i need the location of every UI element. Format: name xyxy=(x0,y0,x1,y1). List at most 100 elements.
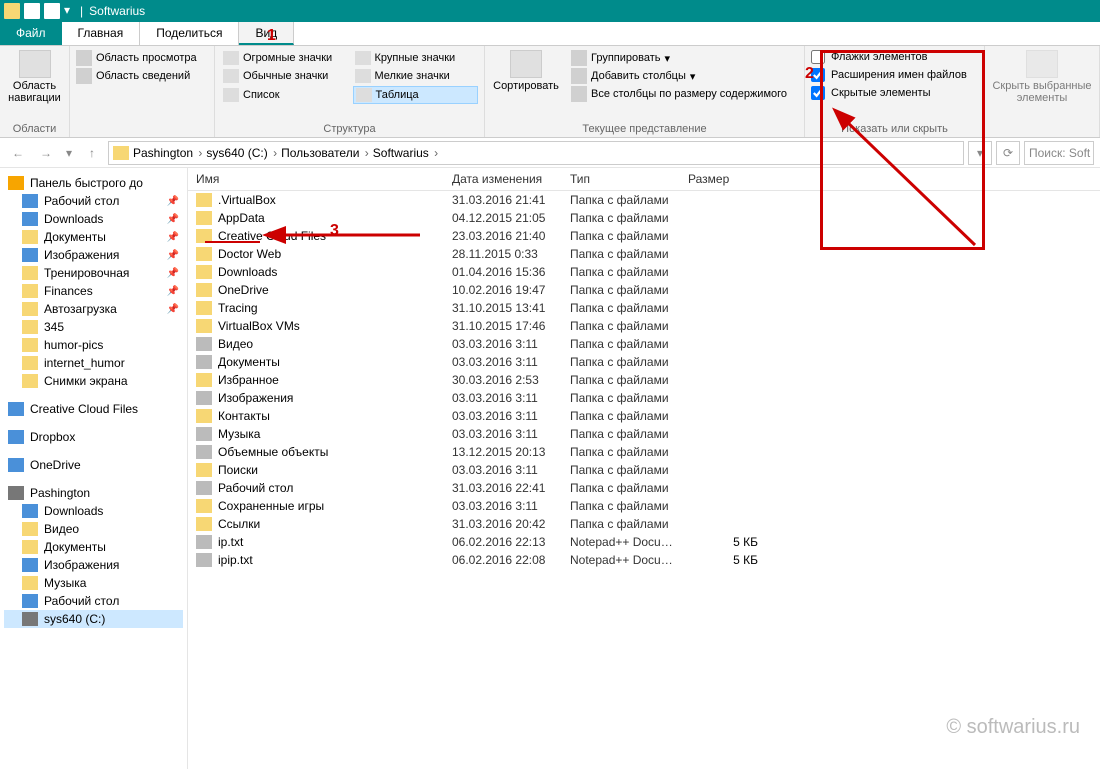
file-row[interactable]: Контакты03.03.2016 3:11Папка с файлами xyxy=(188,407,1100,425)
search-input[interactable]: Поиск: Soft xyxy=(1024,141,1094,165)
preview-pane-button[interactable]: Область просмотра xyxy=(76,50,208,66)
breadcrumb[interactable]: Softwarius xyxy=(373,146,438,160)
breadcrumb[interactable]: Пользователи xyxy=(281,146,369,160)
file-row[interactable]: Сохраненные игры03.03.2016 3:11Папка с ф… xyxy=(188,497,1100,515)
file-row[interactable]: Tracing31.10.2015 13:41Папка с файлами xyxy=(188,299,1100,317)
tab-view[interactable]: Вид xyxy=(239,22,294,45)
file-row[interactable]: Поиски03.03.2016 3:11Папка с файлами xyxy=(188,461,1100,479)
item-checkboxes-toggle[interactable]: Флажки элементов xyxy=(811,50,978,64)
fit-columns-button[interactable]: Все столбцы по размеру содержимого xyxy=(571,86,787,102)
nav-humor[interactable]: humor-pics xyxy=(4,336,183,354)
tab-file[interactable]: Файл xyxy=(0,22,62,45)
layout-large[interactable]: Крупные значки xyxy=(353,50,479,66)
tab-share[interactable]: Поделиться xyxy=(140,22,239,45)
title-bar: ▾ | Softwarius xyxy=(0,0,1100,22)
file-row[interactable]: Объемные объекты13.12.2015 20:13Папка с … xyxy=(188,443,1100,461)
file-row[interactable]: .VirtualBox31.03.2016 21:41Папка с файла… xyxy=(188,191,1100,209)
dropdown-button[interactable]: ▾ xyxy=(968,141,992,165)
breadcrumb[interactable]: sys640 (C:) xyxy=(206,146,277,160)
col-size[interactable]: Размер xyxy=(688,172,768,186)
nav-screenshots[interactable]: Снимки экрана xyxy=(4,372,183,390)
details-pane-button[interactable]: Область сведений xyxy=(76,68,208,84)
file-row[interactable]: Избранное30.03.2016 2:53Папка с файлами xyxy=(188,371,1100,389)
navigation-pane-button[interactable]: Область навигации xyxy=(6,50,63,104)
nav-pc-music[interactable]: Музыка xyxy=(4,574,183,592)
tab-home[interactable]: Главная xyxy=(62,22,141,45)
layout-table[interactable]: Таблица xyxy=(353,86,479,104)
layout-list[interactable]: Список xyxy=(221,86,347,104)
layout-normal[interactable]: Обычные значки xyxy=(221,68,347,84)
nav-pc-video[interactable]: Видео xyxy=(4,520,183,538)
file-extensions-toggle[interactable]: Расширения имен файлов xyxy=(811,68,978,82)
nav-desktop[interactable]: Рабочий стол📌 xyxy=(4,192,183,210)
file-icon xyxy=(196,499,212,513)
file-row[interactable]: AppData04.12.2015 21:05Папка с файлами xyxy=(188,209,1100,227)
nav-quick-access[interactable]: Панель быстрого до xyxy=(4,174,183,192)
hidden-items-toggle[interactable]: Скрытые элементы xyxy=(811,86,978,100)
file-row[interactable]: Ссылки31.03.2016 20:42Папка с файлами xyxy=(188,515,1100,533)
recent-button[interactable]: ▾ xyxy=(62,141,76,165)
col-type[interactable]: Тип xyxy=(570,172,688,186)
col-date[interactable]: Дата изменения xyxy=(452,172,570,186)
addcol-icon xyxy=(571,68,587,84)
qat-icon-2[interactable] xyxy=(44,3,60,19)
nav-downloads[interactable]: Downloads📌 xyxy=(4,210,183,228)
file-row[interactable]: ipip.txt06.02.2016 22:08Notepad++ Docu…5… xyxy=(188,551,1100,569)
forward-button[interactable]: → xyxy=(34,141,58,165)
back-button[interactable]: ← xyxy=(6,141,30,165)
file-list[interactable]: Имя Дата изменения Тип Размер .VirtualBo… xyxy=(188,168,1100,769)
file-name: Объемные объекты xyxy=(218,445,452,459)
group-label-current: Текущее представление xyxy=(491,121,798,135)
file-row[interactable]: Документы03.03.2016 3:11Папка с файлами xyxy=(188,353,1100,371)
nav-autorun[interactable]: Автозагрузка📌 xyxy=(4,300,183,318)
file-row[interactable]: Downloads01.04.2016 15:36Папка с файлами xyxy=(188,263,1100,281)
navigation-tree[interactable]: Панель быстрого до Рабочий стол📌 Downloa… xyxy=(0,168,188,769)
up-button[interactable]: ↑ xyxy=(80,141,104,165)
file-row[interactable]: Рабочий стол31.03.2016 22:41Папка с файл… xyxy=(188,479,1100,497)
nav-pc-docs[interactable]: Документы xyxy=(4,538,183,556)
column-headers[interactable]: Имя Дата изменения Тип Размер xyxy=(188,168,1100,191)
nav-pc-pics[interactable]: Изображения xyxy=(4,556,183,574)
nav-this-pc[interactable]: Pashington xyxy=(4,484,183,502)
nav-pc-downloads[interactable]: Downloads xyxy=(4,502,183,520)
nav-dropbox[interactable]: Dropbox xyxy=(4,428,183,446)
layout-huge[interactable]: Огромные значки xyxy=(221,50,347,66)
nav-pictures[interactable]: Изображения📌 xyxy=(4,246,183,264)
nav-onedrive[interactable]: OneDrive xyxy=(4,456,183,474)
breadcrumb[interactable]: Pashington xyxy=(133,146,202,160)
file-date: 10.02.2016 19:47 xyxy=(452,283,570,297)
nav-345[interactable]: 345 xyxy=(4,318,183,336)
file-row[interactable]: ip.txt06.02.2016 22:13Notepad++ Docu…5 К… xyxy=(188,533,1100,551)
sort-button[interactable]: Сортировать xyxy=(491,50,561,92)
file-icon xyxy=(196,409,212,423)
file-icon xyxy=(196,193,212,207)
nav-documents[interactable]: Документы📌 xyxy=(4,228,183,246)
nav-finances[interactable]: Finances📌 xyxy=(4,282,183,300)
file-name: ipip.txt xyxy=(218,553,452,567)
nav-training[interactable]: Тренировочная📌 xyxy=(4,264,183,282)
nav-ihumor[interactable]: internet_humor xyxy=(4,354,183,372)
hide-selected-button[interactable]: Скрыть выбранные элементы xyxy=(991,50,1093,104)
refresh-button[interactable]: ⟳ xyxy=(996,141,1020,165)
path-box[interactable]: Pashington sys640 (C:) Пользователи Soft… xyxy=(108,141,964,165)
layout-small[interactable]: Мелкие значки xyxy=(353,68,479,84)
file-date: 28.11.2015 0:33 xyxy=(452,247,570,261)
nav-ccf[interactable]: Creative Cloud Files xyxy=(4,400,183,418)
col-name[interactable]: Имя xyxy=(196,172,452,186)
qat-icon-1[interactable] xyxy=(24,3,40,19)
file-row[interactable]: Видео03.03.2016 3:11Папка с файлами xyxy=(188,335,1100,353)
file-row[interactable]: Изображения03.03.2016 3:11Папка с файлам… xyxy=(188,389,1100,407)
file-row[interactable]: Creative Cloud Files23.03.2016 21:40Папк… xyxy=(188,227,1100,245)
nav-pc-sys640[interactable]: sys640 (C:) xyxy=(4,610,183,628)
file-row[interactable]: OneDrive10.02.2016 19:47Папка с файлами xyxy=(188,281,1100,299)
group-by-button[interactable]: Группировать ▾ xyxy=(571,50,787,66)
folder-icon xyxy=(22,338,38,352)
file-type: Папка с файлами xyxy=(570,211,688,225)
file-row[interactable]: Музыка03.03.2016 3:11Папка с файлами xyxy=(188,425,1100,443)
file-type: Папка с файлами xyxy=(570,445,688,459)
file-row[interactable]: Doctor Web28.11.2015 0:33Папка с файлами xyxy=(188,245,1100,263)
nav-pc-desktop[interactable]: Рабочий стол xyxy=(4,592,183,610)
chevron-down-icon[interactable]: ▾ xyxy=(64,3,70,19)
add-columns-button[interactable]: Добавить столбцы ▾ xyxy=(571,68,787,84)
file-row[interactable]: VirtualBox VMs31.10.2015 17:46Папка с фа… xyxy=(188,317,1100,335)
